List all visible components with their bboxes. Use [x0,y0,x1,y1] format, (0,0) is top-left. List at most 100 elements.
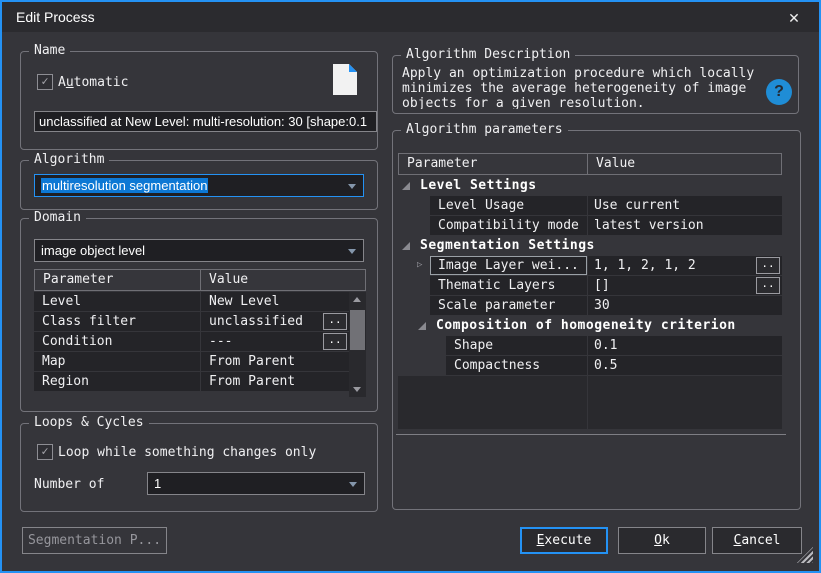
table-row[interactable]: Condition---.. [34,332,349,351]
dialog-title: Edit Process [16,9,95,25]
table-row[interactable]: Scale parameter 30 [398,296,782,315]
table-row[interactable]: Level UsageUse current [398,196,782,215]
value-cell: From Parent [201,352,349,371]
parameters-group-label: Algorithm parameters [401,122,568,137]
tree-group-label: Level Settings [420,176,537,195]
parameters-table: Parameter Value Level SettingsLevel Usag… [398,153,782,429]
automatic-checkbox[interactable]: ✓ [37,74,53,90]
parameter-cell: Map [34,352,201,371]
chevron-down-icon[interactable] [349,482,357,487]
parameters-table-header: Parameter Value [398,153,782,175]
collapsed-triangle-icon[interactable]: ▷ [417,256,422,275]
value-cell: 0.5 [594,356,617,375]
tree-group-row[interactable]: Level Settings [398,176,782,195]
domain-select[interactable]: image object level [34,239,364,262]
parameter-cell: Thematic Layers [438,276,555,295]
check-icon: ✓ [41,74,48,88]
parameter-cell: Class filter [34,312,201,331]
chevron-down-icon[interactable] [348,184,356,189]
algorithm-selected-value: multiresolution segmentation [41,178,208,193]
cancel-button[interactable]: Cancel [712,527,802,554]
new-document-icon[interactable] [332,63,358,96]
domain-group-label: Domain [29,210,86,225]
number-of-label: Number of [34,477,104,492]
titlebar[interactable]: Edit Process ✕ [2,2,819,32]
expanded-triangle-icon[interactable] [402,242,410,250]
column-divider [587,296,588,315]
chevron-down-icon[interactable] [348,249,356,254]
value-cell: New Level [201,292,349,311]
parameters-table-empty [398,376,782,429]
column-divider [587,196,588,215]
column-divider [587,216,588,235]
scrollbar-thumb[interactable] [350,310,365,350]
algorithm-select[interactable]: multiresolution segmentation [34,174,364,197]
name-group: Name [20,51,378,150]
domain-table-rows: LevelNew LevelClass filterunclassified..… [34,292,366,391]
loops-group: Loops & Cycles [20,423,378,512]
check-icon: ✓ [41,444,48,458]
parameters-table-rows: Level SettingsLevel UsageUse currentComp… [398,176,782,375]
ellipsis-button[interactable]: .. [756,277,780,294]
help-icon[interactable]: ? [766,79,792,105]
expanded-triangle-icon[interactable] [402,182,410,190]
table-row[interactable]: Shape 0.1 [398,336,782,355]
loop-checkbox[interactable]: ✓ [37,444,53,460]
parameter-cell: Level Usage [438,196,524,215]
column-divider [587,276,588,295]
column-divider [587,336,588,355]
parameter-cell: Condition [34,332,201,351]
execute-button[interactable]: Execute [520,527,608,554]
process-name-input[interactable]: unclassified at New Level: multi-resolut… [34,111,377,132]
domain-table-header: Parameter Value [34,269,366,291]
table-row[interactable]: Thematic Layers [].. [398,276,782,295]
domain-table: Parameter Value LevelNew LevelClass filt… [34,269,366,397]
tree-group-label: Composition of homogeneity criterion [436,316,736,335]
close-icon[interactable]: ✕ [783,8,805,28]
ellipsis-button[interactable]: .. [756,257,780,274]
segmentation-button[interactable]: Segmentation P... [22,527,167,554]
table-row[interactable]: ▷Image Layer wei...1, 1, 2, 1, 2.. [398,256,782,275]
table-row[interactable]: LevelNew Level [34,292,349,311]
table-row[interactable]: Compatibility mode latest version [398,216,782,235]
table-row[interactable]: RegionFrom Parent [34,372,349,391]
value-cell: latest version [594,216,704,235]
parameter-cell: Compatibility mode [438,216,579,235]
parameter-cell: Region [34,372,201,391]
tree-group-row[interactable]: Composition of homogeneity criterion [398,316,782,335]
value-cell: 1, 1, 2, 1, 2 [594,256,696,275]
parameter-cell: Shape [454,336,493,355]
scroll-up-icon[interactable] [349,292,366,307]
value-cell: [] [594,276,610,295]
table-row[interactable]: Compactness0.5 [398,356,782,375]
parameter-cell: Level [34,292,201,311]
tree-group-label: Segmentation Settings [420,236,595,255]
loops-group-label: Loops & Cycles [29,415,149,430]
column-header-value[interactable]: Value [200,269,366,291]
number-of-value: 1 [154,476,161,491]
column-header-value[interactable]: Value [587,153,782,175]
edit-process-dialog: Edit Process ✕ Name ✓ Automatic unclassi… [0,0,821,573]
number-of-select[interactable]: 1 [147,472,365,495]
ok-button[interactable]: Ok [618,527,706,554]
name-group-label: Name [29,43,70,58]
column-header-parameter[interactable]: Parameter [34,269,201,291]
loop-checkbox-label: Loop while something changes only [58,445,316,460]
scroll-down-icon[interactable] [349,382,366,397]
value-cell: 0.1 [594,336,617,355]
ellipsis-button[interactable]: .. [323,313,347,330]
parameter-cell: Scale parameter [438,296,555,315]
domain-scrollbar[interactable] [349,292,366,397]
column-header-parameter[interactable]: Parameter [398,153,588,175]
table-row[interactable]: MapFrom Parent [34,352,349,371]
value-cell: 30 [594,296,610,315]
value-cell: From Parent [201,372,349,391]
expanded-triangle-icon[interactable] [418,322,426,330]
table-row[interactable]: Class filterunclassified.. [34,312,349,331]
parameters-splitter[interactable] [396,434,786,435]
column-divider [587,356,588,375]
algorithm-description-text: Apply an optimization procedure which lo… [402,66,764,109]
tree-group-row[interactable]: Segmentation Settings [398,236,782,255]
ellipsis-button[interactable]: .. [323,333,347,350]
domain-selected-value: image object level [41,243,145,258]
